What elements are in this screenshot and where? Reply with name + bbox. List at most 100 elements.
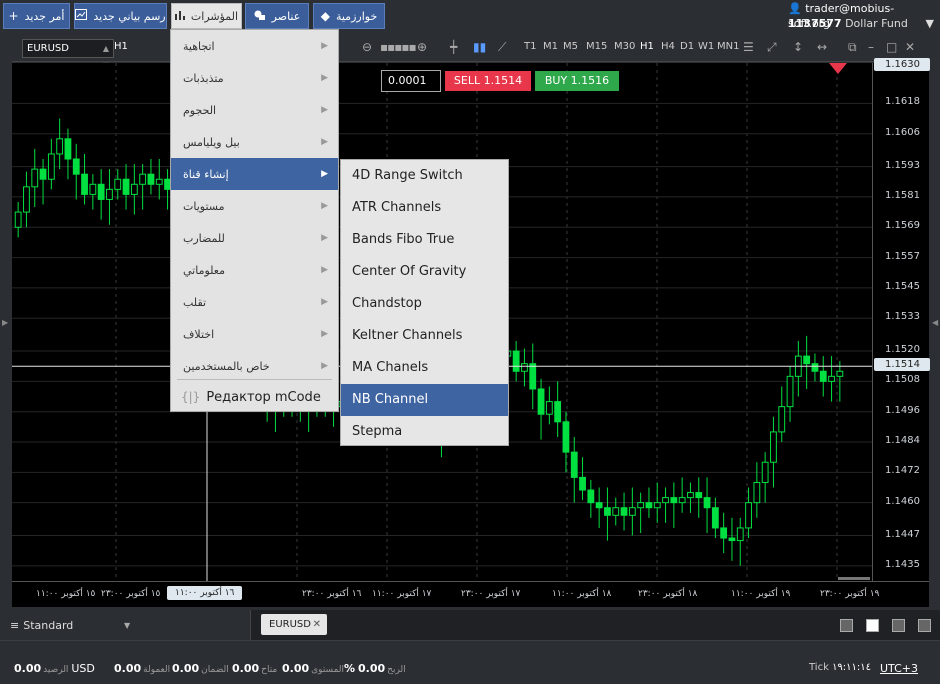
chart-toolbar: EURUSD ▲▼ H1 ⊖ ▪▪▪▪▪ ⊕ ┿ ▮▮ ⟋ T1 M1 M5 M15 M… <box>12 36 929 70</box>
layout-single-icon[interactable] <box>840 619 853 632</box>
indicator-menu-item-label: تقلب <box>183 295 207 309</box>
candle-body <box>31 168 39 188</box>
candle-body <box>819 370 827 382</box>
price-tick-label: 1.1557 <box>885 250 920 262</box>
price-axis[interactable]: 1.1630 1.1618 1.1606 1.1593 1.1581 1.1569 1.15… <box>872 58 930 581</box>
indicator-menu-item[interactable]: مستويات ▶ <box>171 190 338 222</box>
price-tick-label: 1.1508 <box>885 374 920 386</box>
time-axis[interactable]: ١٥ أكتوبر ١١:٠٠ ١٥ أكتوبر ٢٣:٠٠ ١٦ أكتوبر … <box>12 581 929 607</box>
channel-submenu-item[interactable]: Center Of Gravity <box>341 256 508 288</box>
lot-size-input[interactable]: 0.0001 <box>381 70 441 92</box>
diamond-icon: ◆ <box>320 9 330 23</box>
timezone-select[interactable]: UTC+3 <box>880 662 918 675</box>
timeframe-mn1[interactable]: MN1 <box>717 41 739 52</box>
indicator-menu-item[interactable]: اتجاهية ▶ <box>171 30 338 62</box>
layout-vertical-icon[interactable] <box>892 619 905 632</box>
timeframe-h4[interactable]: H4 <box>661 41 675 52</box>
zoom-in-icon[interactable]: ⊕ <box>417 40 427 54</box>
indicator-menu-item[interactable]: بيل ويليامس ▶ <box>171 126 338 158</box>
channel-submenu-item[interactable]: Stepma <box>341 416 508 448</box>
indicator-menu-item[interactable]: الحجوم ▶ <box>171 94 338 126</box>
workspace-value: Standard <box>23 618 74 632</box>
indicator-menu-item[interactable]: إنشاء قناة ▶ <box>171 158 338 190</box>
time-tick-label: ١٨ أكتوبر ١١:٠٠ <box>552 589 612 599</box>
candle-body <box>662 497 669 504</box>
indicator-menu-item[interactable]: تقلب ▶ <box>171 286 338 318</box>
indicator-menu-item-label: اتجاهية <box>183 39 215 53</box>
workspace-select[interactable]: ≡ Standard ▼ <box>0 610 251 640</box>
channel-submenu-item[interactable]: ATR Channels <box>341 192 508 224</box>
vertical-scale-icon[interactable]: ↕ <box>793 40 803 54</box>
maximize-icon[interactable]: □ <box>886 40 897 54</box>
candle-body <box>703 497 711 509</box>
line-chart-type-icon[interactable]: ⟋ <box>498 40 506 55</box>
indicator-menu-item[interactable]: للمضارب ▶ <box>171 222 338 254</box>
indicator-list-icon[interactable]: ☰ <box>743 40 754 54</box>
candle-body <box>778 406 786 433</box>
indicator-menu-item[interactable]: اختلاف ▶ <box>171 318 338 350</box>
zoom-out-icon[interactable]: ⊖ <box>362 40 372 54</box>
candle-body <box>114 178 122 190</box>
channel-submenu-item[interactable]: MA Chanels <box>341 352 508 384</box>
candle-body <box>562 421 570 453</box>
price-tick-label: 1.1581 <box>885 189 920 201</box>
candle-body <box>122 178 130 195</box>
channel-submenu-item[interactable]: Keltner Channels <box>341 320 508 352</box>
candle-body <box>139 173 147 185</box>
chart-tab-eurusd[interactable]: EURUSD ✕ <box>261 614 327 635</box>
timeframe-m5[interactable]: M5 <box>563 41 578 52</box>
indicator-menu-item[interactable]: متذبذبات ▶ <box>171 62 338 94</box>
horizontal-scale-icon[interactable]: ↔ <box>817 40 827 54</box>
bar-chart-type-icon[interactable]: ┿ <box>450 40 457 54</box>
indicator-menu-item[interactable]: معلوماتي ▶ <box>171 254 338 286</box>
fullscreen-icon[interactable]: ⤢ <box>767 40 777 55</box>
timeframe-t1[interactable]: T1 <box>524 41 536 52</box>
timeframe-m15[interactable]: M15 <box>586 41 607 52</box>
channel-submenu-item[interactable]: 4D Range Switch <box>341 160 508 192</box>
time-tick-label: ١٥ أكتوبر ٢٣:٠٠ <box>101 589 161 599</box>
candle-body <box>678 497 686 504</box>
candle-body <box>554 401 562 423</box>
close-chart-icon[interactable]: ✕ <box>905 40 915 54</box>
layout-grid-icon[interactable] <box>866 619 879 632</box>
channel-submenu-item[interactable]: Bands Fibo True <box>341 224 508 256</box>
chevron-right-icon: ▶ <box>321 265 328 275</box>
layout-horizontal-icon[interactable] <box>918 619 931 632</box>
channel-submenu-item[interactable]: NB Channel <box>341 384 508 416</box>
timeframe-m30[interactable]: M30 <box>614 41 635 52</box>
candle-body <box>89 183 97 195</box>
mcode-editor-menu-item[interactable]: {|} Редактор mCode <box>171 383 338 411</box>
chevron-right-icon: ▶ <box>321 41 328 51</box>
new-chart-button[interactable]: رسم بياني جديد <box>74 3 167 29</box>
candle-chart-type-icon[interactable]: ▮▮ <box>473 40 486 54</box>
chart-tab-label: EURUSD <box>269 619 311 630</box>
right-panel-toggle-icon[interactable]: ◀ <box>932 318 938 327</box>
elements-button[interactable]: عناصر <box>245 3 309 29</box>
timeframe-d1[interactable]: D1 <box>680 41 694 52</box>
timeframe-m1[interactable]: M1 <box>543 41 558 52</box>
buy-button[interactable]: BUY 1.1516 <box>535 71 619 91</box>
indicators-button[interactable]: المؤشرات <box>171 3 242 29</box>
caret-down-icon[interactable]: ▼ <box>926 16 934 31</box>
account-fund: Dollar Fund <box>845 17 908 30</box>
candle-body <box>81 173 88 195</box>
left-panel-toggle-icon[interactable]: ▶ <box>2 318 8 327</box>
candle-body <box>637 502 645 509</box>
channel-submenu-item[interactable]: Chandstop <box>341 288 508 320</box>
zoom-slider-icon[interactable]: ▪▪▪▪▪ <box>380 40 417 54</box>
timeframe-h1[interactable]: H1 <box>640 41 654 52</box>
symbol-select[interactable]: EURUSD ▲▼ <box>22 39 114 70</box>
candle-body <box>529 363 537 390</box>
indicator-menu-item[interactable]: خاص بالمستخدمين ▶ <box>171 350 338 382</box>
detach-icon[interactable]: ⧉ <box>848 40 857 55</box>
new-order-button[interactable]: + أمر جديد <box>3 3 70 29</box>
account-info[interactable]: 👤 trader@mobius-soft.org 1137577 Dollar … <box>788 1 934 31</box>
candle-body <box>711 507 719 529</box>
time-cursor-label: ١٦ أكتوبر ١١:٠٠ <box>167 586 243 600</box>
minimize-icon[interactable]: – <box>868 40 874 54</box>
timeframe-w1[interactable]: W1 <box>698 41 714 52</box>
algorithms-button[interactable]: ◆ خوارزمية <box>313 3 385 29</box>
sell-button[interactable]: SELL 1.1514 <box>445 71 531 91</box>
close-tab-icon[interactable]: ✕ <box>313 614 321 635</box>
candle-body <box>97 183 105 200</box>
